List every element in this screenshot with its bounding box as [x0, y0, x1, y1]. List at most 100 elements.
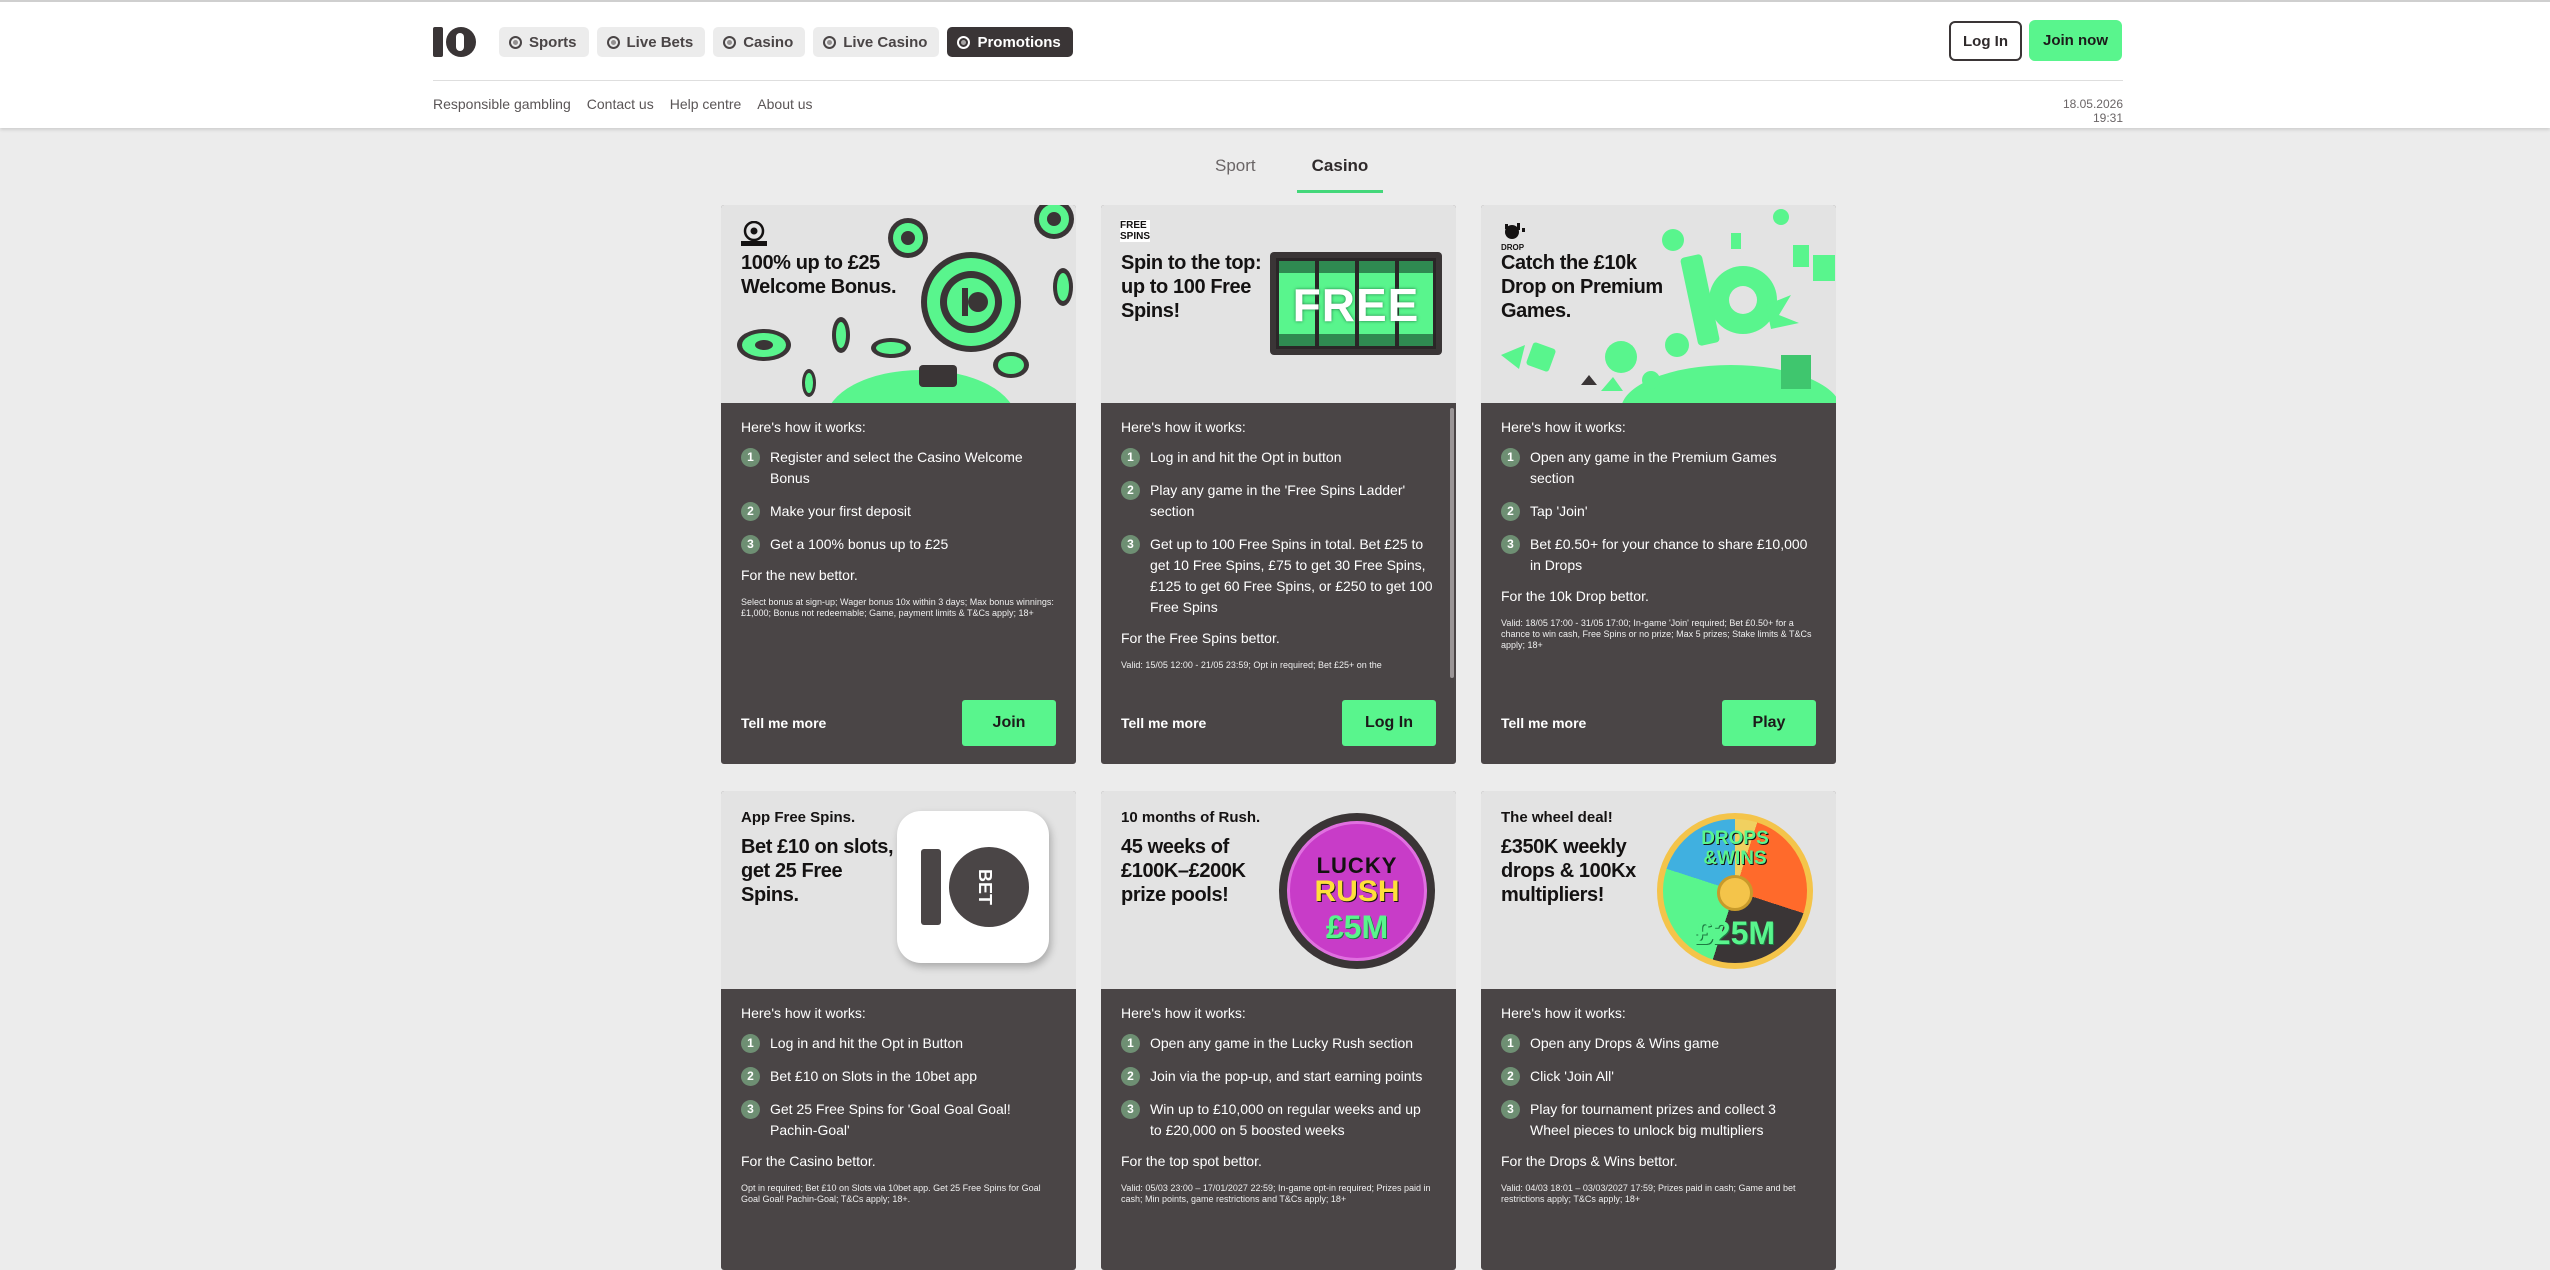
step-2: 2 Bet £10 on Slots in the 10bet app — [741, 1066, 1056, 1087]
step-3: 3 Play for tournament prizes and collect … — [1501, 1099, 1816, 1141]
live-icon — [606, 35, 620, 49]
tell-me-more-link[interactable]: Tell me more — [1121, 715, 1206, 731]
details-scrollbar[interactable] — [1450, 408, 1454, 678]
secondary-links: Responsible gambling Contact us Help cen… — [433, 96, 813, 112]
how-it-works-label: Here's how it works: — [1121, 1005, 1246, 1021]
tab-casino[interactable]: Casino — [1296, 150, 1384, 193]
play-button[interactable]: Play — [1722, 700, 1816, 746]
free-reel-text: FREE — [1292, 279, 1420, 331]
casino-chip-icon — [723, 35, 737, 49]
free-spins-badge: FREE SPINS — [1120, 220, 1151, 242]
current-datetime: 18.05.2026 19:31 — [2062, 97, 2123, 125]
promo-headline: 100% up to £25 Welcome Bonus. — [741, 252, 897, 298]
promo-kicker: 10 months of Rush. — [1121, 809, 1261, 826]
dealer-icon — [823, 35, 837, 49]
casino-chips-illustration — [737, 205, 1074, 403]
promo-headline: £350K weekly drops & 100Kx multipliers! — [1501, 836, 1636, 906]
promo-card-free-spins-ladder: FREE FREE SPINS Spin to the top: up to 1… — [1101, 205, 1456, 764]
card-footer: Tell me more Join — [741, 700, 1056, 746]
promo-kicker: The wheel deal! — [1501, 809, 1613, 826]
promo-details: Here's how it works: 1 Open any Drops & W… — [1481, 989, 1836, 1270]
terms-text: Select bonus at sign-up; Wager bonus 10x… — [741, 597, 1054, 618]
promo-banner: FREE FREE SPINS Spin to the top: up to 1… — [1101, 205, 1456, 403]
app-tile: BET — [897, 811, 1049, 963]
terms-text: Valid: 05/03 23:00 – 17/01/2027 22:59; I… — [1121, 1183, 1431, 1204]
promo-kicker: App Free Spins. — [741, 809, 856, 826]
link-contact-us[interactable]: Contact us — [587, 96, 654, 112]
join-button[interactable]: Join — [962, 700, 1056, 746]
10bet-logo[interactable] — [433, 26, 479, 58]
drops-wins-wheel: DROPS &WINS £25M — [1657, 813, 1813, 969]
promo-banner: BET App Free Spins. Bet £10 on slots, ge… — [721, 791, 1076, 989]
step-2: 2 Tap 'Join' — [1501, 501, 1816, 522]
lucky-rush-disc: LUCKY RUSH £5M — [1279, 813, 1435, 969]
promo-tabs: Sport Casino — [1200, 150, 1384, 193]
target-audience: For the top spot bettor. — [1121, 1153, 1262, 1169]
how-it-works-label: Here's how it works: — [1501, 419, 1626, 435]
target-audience: For the 10k Drop bettor. — [1501, 588, 1649, 604]
nav-live-bets[interactable]: Live Bets — [596, 27, 706, 57]
target-audience: For the new bettor. — [741, 567, 858, 583]
step-2: 2 Join via the pop-up, and start earning … — [1121, 1066, 1436, 1087]
promo-banner: LUCKY RUSH £5M 10 months of Rush. 45 wee… — [1101, 791, 1456, 989]
tab-sport[interactable]: Sport — [1200, 150, 1271, 193]
promo-headline: Bet £10 on slots, get 25 Free Spins. — [741, 836, 894, 906]
promo-headline: Catch the £10k Drop on Premium Games. — [1501, 252, 1663, 322]
card-footer: Tell me more Log In — [1121, 700, 1436, 746]
promo-card-lucky-rush: LUCKY RUSH £5M 10 months of Rush. 45 wee… — [1101, 791, 1456, 1270]
link-help-centre[interactable]: Help centre — [670, 96, 742, 112]
terms-text: Valid: 18/05 17:00 - 31/05 17:00; In-gam… — [1501, 618, 1812, 650]
step-3: 3 Get up to 100 Free Spins in total. Bet … — [1121, 534, 1436, 618]
step-1: 1 Open any game in the Premium Games sect… — [1501, 447, 1816, 489]
login-button[interactable]: Log In — [1949, 21, 2022, 61]
step-3: 3 Get 25 Free Spins for 'Goal Goal Goal! … — [741, 1099, 1056, 1141]
promo-headline: 45 weeks of £100K–£200K prize pools! — [1121, 836, 1246, 906]
promo-card-welcome-bonus: 100% up to £25 Welcome Bonus. Here's how… — [721, 205, 1076, 764]
terms-text: Valid: 15/05 12:00 - 21/05 23:59; Opt in… — [1121, 660, 1382, 670]
promo-details: Here's how it works: 1 Log in and hit the… — [721, 989, 1076, 1270]
step-3: 3 Get a 100% bonus up to £25 — [741, 534, 1056, 555]
promo-banner: DROP Catch the £10k Drop on Premium Game… — [1481, 205, 1836, 403]
step-1: 1 Log in and hit the Opt in Button — [741, 1033, 1056, 1054]
main-nav: Sports Live Bets Casino Live Casino Prom… — [499, 27, 1073, 57]
header-divider — [433, 80, 2123, 81]
promo-card-10k-drop: DROP Catch the £10k Drop on Premium Game… — [1481, 205, 1836, 764]
site-header: Sports Live Bets Casino Live Casino Prom… — [0, 0, 2550, 128]
link-about-us[interactable]: About us — [757, 96, 812, 112]
promo-headline: Spin to the top: up to 100 Free Spins! — [1121, 252, 1262, 322]
nav-sports[interactable]: Sports — [499, 27, 589, 57]
step-3: 3 Bet £0.50+ for your chance to share £10… — [1501, 534, 1816, 576]
step-2: 2 Play any game in the 'Free Spins Ladder… — [1121, 480, 1436, 522]
step-1: 1 Register and select the Casino Welcome … — [741, 447, 1056, 489]
promotion-icon — [957, 35, 971, 49]
promo-card-drops-wins: DROPS &WINS £25M The wheel deal! £350K w… — [1481, 791, 1836, 1270]
how-it-works-label: Here's how it works: — [1501, 1005, 1626, 1021]
join-now-button[interactable]: Join now — [2029, 20, 2122, 61]
step-1: 1 Log in and hit the Opt in button — [1121, 447, 1436, 468]
nav-casino[interactable]: Casino — [713, 27, 806, 57]
how-it-works-label: Here's how it works: — [1121, 419, 1246, 435]
terms-text: Valid: 04/03 18:01 – 03/03/2027 17:59; P… — [1501, 1183, 1796, 1204]
app-tile-text: BET — [975, 869, 995, 905]
target-audience: For the Free Spins bettor. — [1121, 630, 1280, 646]
tell-me-more-link[interactable]: Tell me more — [741, 715, 826, 731]
target-audience: For the Drops & Wins bettor. — [1501, 1153, 1678, 1169]
how-it-works-label: Here's how it works: — [741, 419, 866, 435]
target-audience: For the Casino bettor. — [741, 1153, 876, 1169]
casino-chip-icon — [741, 221, 767, 246]
nav-live-casino[interactable]: Live Casino — [813, 27, 940, 57]
promo-banner: DROPS &WINS £25M The wheel deal! £350K w… — [1481, 791, 1836, 989]
link-responsible-gambling[interactable]: Responsible gambling — [433, 96, 571, 112]
tell-me-more-link[interactable]: Tell me more — [1501, 715, 1586, 731]
promo-banner: 100% up to £25 Welcome Bonus. — [721, 205, 1076, 403]
log-in-button[interactable]: Log In — [1342, 700, 1436, 746]
step-2: 2 Click 'Join All' — [1501, 1066, 1816, 1087]
promo-details: Here's how it works: 1 Open any game in t… — [1101, 989, 1456, 1270]
how-it-works-label: Here's how it works: — [741, 1005, 866, 1021]
step-2: 2 Make your first deposit — [741, 501, 1056, 522]
nav-promotions[interactable]: Promotions — [947, 27, 1073, 57]
football-icon — [509, 35, 522, 49]
step-3: 3 Win up to £10,000 on regular weeks and … — [1121, 1099, 1436, 1141]
promo-card-app-free-spins: BET App Free Spins. Bet £10 on slots, ge… — [721, 791, 1076, 1270]
step-1: 1 Open any Drops & Wins game — [1501, 1033, 1816, 1054]
